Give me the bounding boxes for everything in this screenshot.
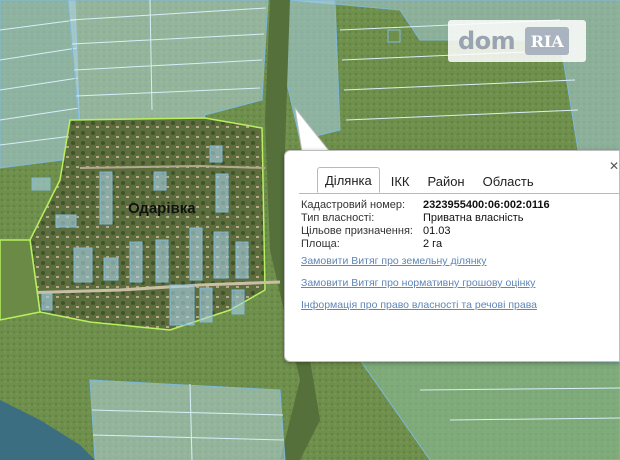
cadastral-label: Кадастровий номер: <box>301 199 406 211</box>
parcel-area-south[interactable] <box>89 379 286 460</box>
ownership-label: Тип власності: <box>301 212 375 224</box>
watermark-badge: RIA <box>525 27 570 55</box>
tab-divider <box>299 193 619 194</box>
purpose-label: Цільове призначення: <box>301 225 413 237</box>
order-land-extract-link[interactable]: Замовити Витяг про земельну ділянку <box>301 255 537 267</box>
parcel-info: Кадастровий номер: 2323955400:06:002:011… <box>301 199 550 251</box>
info-row-cadastral: Кадастровий номер: 2323955400:06:002:011… <box>301 199 550 212</box>
area-label: Площа: <box>301 238 340 250</box>
tab-district[interactable]: Район <box>420 169 471 193</box>
ownership-info-link[interactable]: Інформація про право власності та речові… <box>301 299 537 311</box>
village-label: Одарівка <box>128 200 196 217</box>
watermark-logo: dom RIA <box>448 20 586 62</box>
tab-parcel[interactable]: Ділянка <box>317 167 380 193</box>
popup-tabs: Ділянка ІКК Район Область <box>317 167 545 193</box>
order-valuation-extract-link[interactable]: Замовити Витяг про нормативну грошову оц… <box>301 277 537 289</box>
tab-ikk[interactable]: ІКК <box>384 169 417 193</box>
popup-links: Замовити Витяг про земельну ділянку Замо… <box>301 255 537 321</box>
purpose-value: 01.03 <box>423 225 451 237</box>
parcel-info-popup: Ділянка ІКК Район Область ✕ Кадастровий … <box>284 150 620 362</box>
tab-region[interactable]: Область <box>476 169 541 193</box>
close-icon[interactable]: ✕ <box>609 159 619 173</box>
area-value: 2 га <box>423 238 443 250</box>
info-row-purpose: Цільове призначення: 01.03 <box>301 225 550 238</box>
info-row-ownership: Тип власності: Приватна власність <box>301 212 550 225</box>
watermark-brand: dom <box>458 27 516 55</box>
cadastral-value: 2323955400:06:002:0116 <box>423 199 550 211</box>
ownership-value: Приватна власність <box>423 212 524 224</box>
info-row-area: Площа: 2 га <box>301 238 550 251</box>
